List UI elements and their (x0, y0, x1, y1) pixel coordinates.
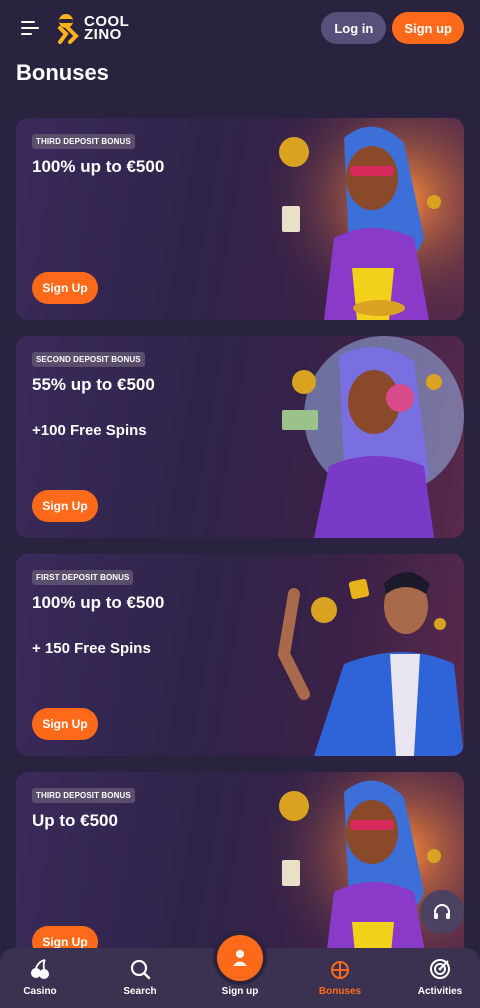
nav-bonuses-label: Bonuses (318, 986, 362, 997)
nav-search-label: Search (123, 986, 157, 997)
bonus-tag: SECOND DEPOSIT BONUS (32, 352, 145, 367)
nav-casino-label: Casino (23, 986, 57, 997)
support-button[interactable] (420, 890, 464, 934)
character-illustration (277, 572, 464, 756)
cherries-icon (31, 959, 49, 979)
bonus-signup-button[interactable]: Sign Up (32, 490, 98, 522)
nav-casino[interactable]: Casino (0, 958, 80, 997)
menu-icon[interactable] (18, 16, 42, 40)
bonus-extra: + 150 Free Spins (32, 640, 151, 657)
target-icon (430, 959, 450, 979)
bonus-card[interactable]: THIRD DEPOSIT BONUS 100% up to €500 Sign… (16, 118, 464, 320)
bonus-tag: THIRD DEPOSIT BONUS (32, 134, 135, 149)
logo-mascot-icon (58, 14, 79, 44)
bonus-signup-button[interactable]: Sign Up (32, 272, 98, 304)
character-illustration (254, 772, 464, 974)
page-title: Bonuses (16, 60, 109, 85)
nav-bonuses[interactable]: Bonuses (300, 958, 380, 997)
nav-search[interactable]: Search (100, 958, 180, 997)
nav-activities-label: Activities (417, 986, 463, 997)
nav-signup-button[interactable] (217, 935, 263, 981)
bonus-card[interactable]: FIRST DEPOSIT BONUS 100% up to €500 + 15… (16, 554, 464, 756)
character-illustration (254, 118, 464, 320)
login-button[interactable]: Log in (321, 12, 387, 44)
user-icon (233, 950, 247, 966)
logo[interactable]: COOL ZINO (54, 8, 129, 48)
bonus-extra: +100 Free Spins (32, 422, 147, 439)
bonus-offer: 55% up to €500 (32, 375, 155, 394)
headset-icon (434, 904, 450, 919)
search-icon (130, 959, 151, 980)
bonus-tag: FIRST DEPOSIT BONUS (32, 570, 134, 585)
auth-buttons: Log in Sign up (321, 12, 464, 44)
gift-icon (331, 961, 349, 979)
bonus-card[interactable]: SECOND DEPOSIT BONUS 55% up to €500 +100… (16, 336, 464, 538)
bonus-offer: 100% up to €500 (32, 157, 165, 176)
nav-activities[interactable]: Activities (400, 958, 480, 997)
bonus-signup-button[interactable]: Sign Up (32, 708, 98, 740)
character-illustration (282, 336, 464, 538)
top-bar: COOL ZINO Log in Sign up (0, 0, 480, 56)
bonus-tag: THIRD DEPOSIT BONUS (32, 788, 135, 803)
bonus-offer: Up to €500 (32, 811, 118, 830)
nav-signup-label: Sign up (221, 986, 259, 997)
bonus-offer: 100% up to €500 (32, 593, 165, 612)
signup-button[interactable]: Sign up (392, 12, 464, 44)
nav-signup[interactable]: Sign up (200, 986, 280, 997)
logo-text: COOL ZINO (84, 14, 129, 42)
